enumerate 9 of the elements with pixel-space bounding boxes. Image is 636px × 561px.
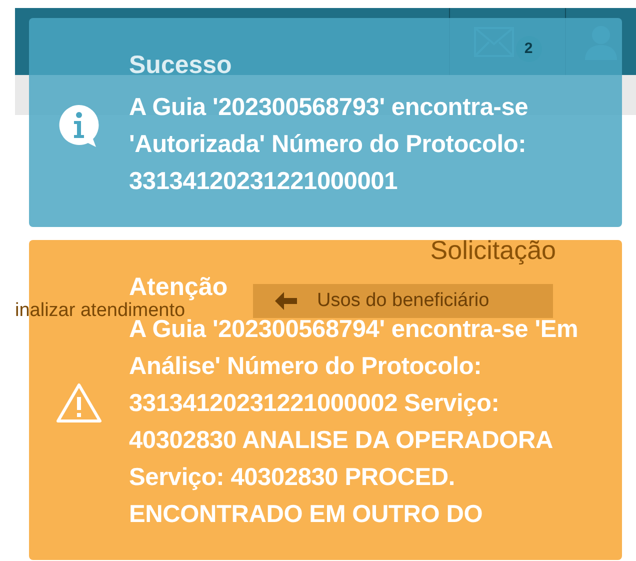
notification-title: Sucesso: [129, 51, 232, 79]
page-title: Solicitação: [430, 235, 556, 266]
notification-message: A Guia '202300568793' encontra-se 'Autorizada' Número do Protocolo: 33134120231221000001: [129, 93, 530, 197]
history-button[interactable]: Usos do beneficiário: [253, 284, 554, 318]
warning-icon: [55, 382, 103, 424]
info-icon: [57, 102, 101, 148]
arrow-left-icon: [275, 292, 298, 310]
notification-title: Atenção: [129, 273, 228, 301]
notification-message: A Guia '202300568794' encontra-se 'Em Análise' Número do Protocolo: 33134120231221000002 Serviço: 40302830 ANALISE DA OPERADORA Serviço: 40302830 PROCED. ENCONTRADO EM OUTRO DO: [129, 316, 580, 530]
